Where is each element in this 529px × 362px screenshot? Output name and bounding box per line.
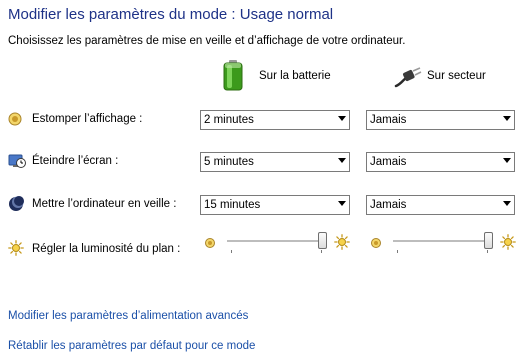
battery-brightness-slider[interactable]: [227, 230, 327, 254]
sleep-battery-select[interactable]: 15 minutes: [200, 195, 350, 215]
slider-tick: [231, 250, 232, 253]
battery-column-header: Sur la batterie: [259, 70, 331, 82]
chevron-down-icon: [503, 201, 511, 206]
slider-tick: [487, 250, 488, 253]
monitor-clock-icon: [8, 153, 26, 174]
brightness-low-icon: [370, 236, 382, 254]
battery-icon: [222, 59, 244, 96]
brightness-low-icon: [204, 236, 216, 254]
power-plug-icon: [394, 66, 422, 93]
plugged-brightness-slider[interactable]: [393, 230, 493, 254]
brightness-high-icon: [334, 234, 350, 255]
sleep-plugged-select[interactable]: Jamais: [366, 195, 515, 215]
chevron-down-icon: [338, 201, 346, 206]
slider-tick: [321, 250, 322, 253]
page-subtitle: Choisissez les paramètres de mise en vei…: [8, 35, 406, 47]
slider-thumb[interactable]: [484, 232, 493, 249]
sleep-plugged-value: Jamais: [370, 199, 407, 211]
screen-off-battery-select[interactable]: 5 minutes: [200, 152, 350, 172]
chevron-down-icon: [503, 158, 511, 163]
sleep-moon-icon: [8, 196, 24, 217]
screen-off-label: Éteindre l’écran :: [32, 155, 119, 167]
dim-display-plugged-select[interactable]: Jamais: [366, 110, 515, 130]
sleep-battery-value: 15 minutes: [204, 199, 261, 211]
slider-track: [227, 240, 327, 243]
advanced-settings-link[interactable]: Modifier les paramètres d’alimentation a…: [8, 310, 248, 322]
brightness-high-icon: [500, 234, 516, 255]
dim-display-plugged-value: Jamais: [370, 114, 407, 126]
slider-tick: [397, 250, 398, 253]
dim-display-battery-select[interactable]: 2 minutes: [200, 110, 350, 130]
screen-off-plugged-select[interactable]: Jamais: [366, 152, 515, 172]
screen-off-battery-value: 5 minutes: [204, 156, 254, 168]
page-title: Modifier les paramètres du mode : Usage …: [8, 6, 334, 23]
screen-off-plugged-value: Jamais: [370, 156, 407, 168]
brightness-sun-icon: [8, 240, 24, 261]
dim-display-icon: [8, 112, 22, 131]
slider-thumb[interactable]: [318, 232, 327, 249]
slider-track: [393, 240, 493, 243]
sleep-label: Mettre l’ordinateur en veille :: [32, 198, 177, 210]
brightness-label: Régler la luminosité du plan :: [32, 243, 181, 255]
chevron-down-icon: [338, 116, 346, 121]
dim-display-battery-value: 2 minutes: [204, 114, 254, 126]
restore-defaults-link[interactable]: Rétablir les paramètres par défaut pour …: [8, 340, 255, 352]
plugged-column-header: Sur secteur: [427, 70, 486, 82]
dim-display-label: Estomper l’affichage :: [32, 113, 143, 125]
chevron-down-icon: [503, 116, 511, 121]
chevron-down-icon: [338, 158, 346, 163]
